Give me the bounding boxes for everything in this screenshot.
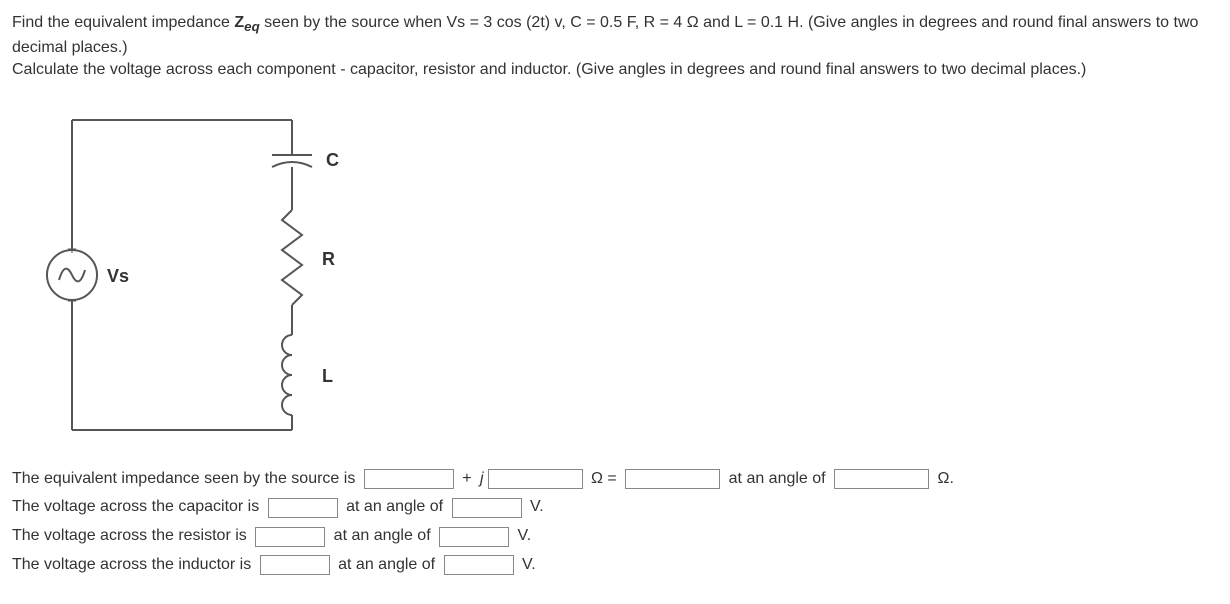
zeq-ohm-eq: Ω = — [587, 465, 622, 494]
problem-line2: Calculate the voltage across each compon… — [12, 61, 1086, 78]
vcap-answer-line: The voltage across the capacitor is at a… — [12, 493, 1218, 522]
vres-angle-input[interactable] — [439, 527, 509, 547]
vind-angle-input[interactable] — [444, 555, 514, 575]
vind-pre: The voltage across the inductor is — [12, 551, 256, 580]
c-label: C — [326, 150, 339, 170]
zeq-pre: The equivalent impedance seen by the sou… — [12, 465, 360, 494]
vres-end: V. — [513, 522, 531, 551]
j-symbol: j — [480, 465, 484, 494]
zeq-ohm-end: Ω. — [933, 465, 954, 494]
vres-answer-line: The voltage across the resistor is at an… — [12, 522, 1218, 551]
vind-end: V. — [518, 551, 536, 580]
circuit-diagram: Vs C R L — [12, 100, 372, 450]
zeq-plus: + — [458, 465, 476, 494]
vs-label: Vs — [107, 266, 129, 286]
zeq-imag-input[interactable] — [488, 469, 583, 489]
vcap-angle-input[interactable] — [452, 498, 522, 518]
vcap-pre: The voltage across the capacitor is — [12, 493, 264, 522]
zeq-symbol: Zeq — [234, 14, 259, 31]
problem-line1-pre: Find the equivalent impedance — [12, 14, 234, 31]
zeq-angle-input[interactable] — [834, 469, 929, 489]
vcap-mag-input[interactable] — [268, 498, 338, 518]
vcap-angle-txt: at an angle of — [342, 493, 448, 522]
vres-angle-txt: at an angle of — [329, 522, 435, 551]
vres-pre: The voltage across the resistor is — [12, 522, 251, 551]
r-label: R — [322, 249, 335, 269]
vind-answer-line: The voltage across the inductor is at an… — [12, 551, 1218, 580]
vind-angle-txt: at an angle of — [334, 551, 440, 580]
vres-mag-input[interactable] — [255, 527, 325, 547]
zeq-mag-input[interactable] — [625, 469, 720, 489]
zeq-answer-line: The equivalent impedance seen by the sou… — [12, 465, 1218, 494]
zeq-real-input[interactable] — [364, 469, 454, 489]
vcap-end: V. — [526, 493, 544, 522]
answers-block: The equivalent impedance seen by the sou… — [12, 465, 1218, 580]
vind-mag-input[interactable] — [260, 555, 330, 575]
l-label: L — [322, 366, 333, 386]
zeq-angle-txt: at an angle of — [724, 465, 830, 494]
problem-statement: Find the equivalent impedance Zeq seen b… — [12, 12, 1218, 82]
